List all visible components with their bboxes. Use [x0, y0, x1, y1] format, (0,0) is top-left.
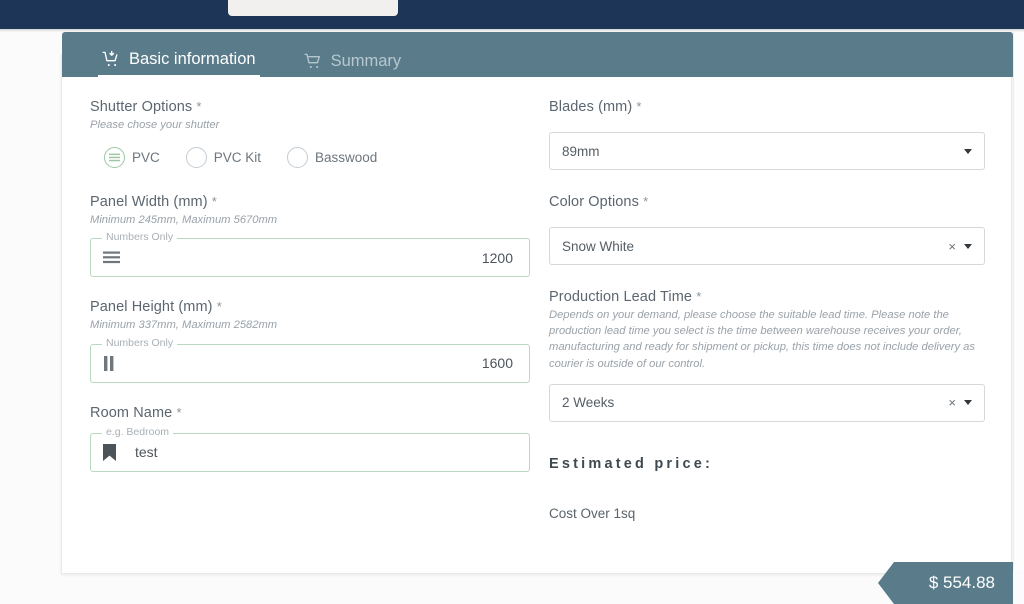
color-options-label-text: Color Options [549, 194, 639, 210]
color-options-select[interactable]: Snow White × [549, 227, 985, 265]
blades-required: * [636, 99, 642, 114]
configurator-card: Basic information Summary Shutter Option… [61, 32, 1013, 604]
blades-group: Blades (mm) * 89mm [549, 99, 985, 170]
lead-time-required: * [696, 289, 702, 304]
panel-width-hint: Minimum 245mm, Maximum 5670mm [90, 214, 278, 227]
lead-time-label: Production Lead Time * [549, 289, 985, 305]
radio-unselected-icon [287, 147, 309, 169]
room-name-input[interactable]: test [90, 432, 530, 472]
card-tab-bar: Basic information Summary [62, 32, 1013, 77]
panel-width-float-label: Numbers Only [102, 231, 178, 244]
chevron-down-icon[interactable] [964, 400, 972, 406]
panel-width-required: * [211, 194, 217, 210]
shutter-options-required: * [196, 99, 202, 114]
tab-basic-information-label: Basic information [129, 50, 256, 68]
vertical-bars-icon [103, 355, 125, 371]
panel-width-input[interactable]: 1200 [90, 238, 530, 278]
color-options-label: Color Options * [549, 194, 985, 210]
price-value: $ 554.88 [928, 573, 995, 592]
chevron-down-icon[interactable] [964, 243, 972, 249]
left-column: Shutter Options * Please chose your shut… [90, 99, 530, 488]
panel-height-input[interactable]: 1600 [90, 343, 530, 383]
cost-over-1sq-label: Cost Over 1sq [549, 505, 636, 521]
room-name-label-text: Room Name [90, 404, 173, 421]
estimated-price-title: Estimated price: [549, 455, 714, 472]
cart-icon [304, 52, 323, 71]
color-options-required: * [643, 194, 649, 209]
radio-option-pvc-kit[interactable]: PVC Kit [185, 147, 262, 169]
panel-width-label: Panel Width (mm) * [90, 194, 530, 210]
room-name-required: * [176, 404, 182, 420]
radio-option-pvc-label: PVC [132, 150, 160, 166]
clear-icon[interactable]: × [948, 396, 956, 409]
tab-summary-label: Summary [330, 52, 402, 70]
panel-width-group: Panel Width (mm) * Minimum 245mm, Maximu… [90, 194, 530, 278]
lead-time-hint: Depends on your demand, please choose th… [549, 309, 975, 370]
panel-height-label-text: Panel Height (mm) [90, 299, 213, 316]
radio-option-basswood-label: Basswood [315, 150, 378, 166]
page-canvas: Basic information Summary Shutter Option… [0, 32, 1024, 604]
clear-icon[interactable]: × [948, 240, 956, 253]
radio-selected-icon [104, 147, 125, 169]
lead-time-selected-value: 2 Weeks [562, 395, 615, 411]
shutter-options-label: Shutter Options * [90, 99, 530, 115]
shutter-options-group: Shutter Options * Please chose your shut… [90, 99, 530, 169]
panel-height-hint: Minimum 337mm, Maximum 2582mm [90, 319, 278, 332]
color-options-group: Color Options * Snow White × [549, 194, 985, 265]
radio-option-basswood[interactable]: Basswood [287, 147, 378, 169]
price-ribbon: $ 554.88 [878, 562, 1013, 604]
radio-option-pvc[interactable]: PVC [104, 147, 160, 169]
cart-add-icon [102, 50, 121, 69]
browser-top-bar [0, 0, 1024, 29]
lead-time-label-text: Production Lead Time [549, 289, 693, 305]
panel-width-label-text: Panel Width (mm) [90, 194, 208, 211]
panel-height-float-label: Numbers Only [102, 336, 178, 349]
page-scrollbar[interactable] [1013, 32, 1024, 570]
bookmark-icon [103, 443, 125, 461]
card-body: Shutter Options * Please chose your shut… [62, 77, 1013, 574]
shutter-options-radio-group: PVC PVC Kit Basswood [104, 147, 530, 169]
room-name-float-label: e.g. Bedroom [102, 425, 174, 438]
panel-height-group: Panel Height (mm) * Minimum 337mm, Maxim… [90, 299, 530, 383]
lead-time-select[interactable]: 2 Weeks × [549, 383, 985, 422]
blades-label: Blades (mm) * [549, 99, 985, 115]
right-column: Blades (mm) * 89mm Color Options * Snow … [549, 99, 985, 521]
blades-selected-value: 89mm [562, 143, 600, 159]
panel-width-value: 1200 [481, 249, 513, 266]
color-options-selected-value: Snow White [562, 238, 635, 254]
room-name-group: Room Name * e.g. Bedroom test [90, 405, 530, 472]
browser-tab[interactable] [228, 0, 398, 16]
hamburger-lines-icon [103, 251, 125, 264]
radio-option-pvc-kit-label: PVC Kit [213, 150, 262, 166]
blades-label-text: Blades (mm) [549, 99, 633, 115]
chevron-down-icon[interactable] [964, 148, 972, 154]
panel-height-value: 1600 [481, 355, 513, 372]
room-name-value: test [135, 444, 158, 461]
tab-basic-information[interactable]: Basic information [98, 50, 260, 77]
room-name-label: Room Name * [90, 405, 530, 421]
lead-time-group: Production Lead Time * Depends on your d… [549, 289, 985, 422]
radio-unselected-icon [185, 147, 207, 169]
panel-height-label: Panel Height (mm) * [90, 299, 530, 315]
hamburger-lines-icon [109, 153, 120, 162]
panel-height-required: * [216, 299, 222, 315]
shutter-options-label-text: Shutter Options [90, 99, 193, 115]
blades-select[interactable]: 89mm [549, 132, 985, 170]
shutter-options-hint: Please chose your shutter [90, 119, 220, 131]
tab-summary[interactable]: Summary [300, 52, 406, 77]
